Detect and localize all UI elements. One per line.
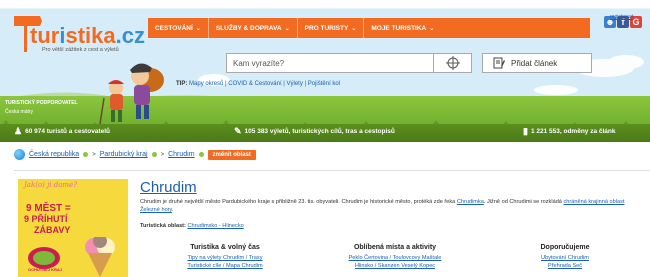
nav-item-sluzby[interactable]: SLUŽBY & DOPRAVA ⌄ [209, 18, 298, 38]
breadcrumb: Česká republika > Pardubický kraj > Chru… [14, 149, 256, 160]
logo-part: tur [30, 23, 60, 48]
breadcrumb-chrudim[interactable]: Chrudim [168, 151, 194, 158]
ice-cream-icon [85, 237, 115, 277]
desc-text: . [171, 207, 174, 213]
partner-logo[interactable]: Česká mátry [5, 109, 33, 115]
tips-label: TIP: [176, 81, 188, 87]
hills-link[interactable]: Železné hory [140, 207, 172, 213]
partner-label: TURISTICKÝ PODPOROVATEL [5, 100, 78, 106]
breadcrumb-cr[interactable]: Česká republika [29, 151, 79, 158]
search-input[interactable] [227, 54, 433, 72]
nav-item-pro-turisty[interactable]: PRO TURISTY ⌄ [298, 18, 365, 38]
header-hero: turistika.cz Pro větší zážitek z cest a … [0, 0, 650, 142]
search-box [226, 53, 472, 73]
region-label: Turistická oblast: [140, 223, 186, 229]
city-description: Chrudim je druhé největší město Pardubic… [140, 198, 650, 214]
region-link[interactable]: Chrudimsko - Hlinecko [187, 223, 243, 229]
link-text: Turistické cíle / Mapa Chrudim [187, 263, 263, 269]
desc-text: Chrudim je druhé největší město Pardubic… [140, 199, 457, 205]
register-link[interactable]: registrovat [610, 14, 633, 20]
chevron-down-icon: ⌄ [284, 25, 290, 32]
link-text: Přehrada Seč [547, 263, 583, 269]
add-article-button[interactable]: Přidat článek [482, 53, 592, 73]
chevron-down-icon: ⌄ [429, 25, 435, 32]
dot-icon [198, 152, 204, 157]
column-turistika: Turistika & volný čas Tipy na výlety Chr… [140, 244, 310, 270]
nav-label: SLUŽBY & DOPRAVA [215, 24, 282, 32]
chevron-right-icon: > [92, 151, 96, 158]
nav-item-moje-turistika[interactable]: MOJE TURISTIKA ⌄ [364, 18, 441, 38]
column-title: Doporučujeme [540, 244, 590, 251]
column-link[interactable]: Tipy na výlety Chrudim / Trasy [140, 254, 310, 262]
dot-icon [151, 152, 157, 157]
hikers-illustration [99, 63, 164, 125]
column-link[interactable]: Peklo Čertovina / Toulovcovy Maštale [310, 254, 480, 262]
promo-line: 9 MĚST = [26, 203, 71, 214]
promo-line: 9 PŘÍHUTÍ [24, 214, 68, 224]
change-area-button[interactable]: změnit oblast [207, 149, 256, 160]
chevron-down-icon: ⌄ [351, 25, 357, 32]
logo-text: turistika.cz [30, 23, 145, 49]
site-logo[interactable]: turistika.cz Pro větší zážitek z cest a … [12, 12, 145, 54]
link-text: Ubytování Chrudim [541, 255, 589, 261]
column-link[interactable]: Turistické cíle / Mapa Chrudim [140, 262, 310, 270]
nav-label: CESTOVÁNÍ [155, 24, 193, 32]
nav-label: PRO TURISTY [304, 24, 349, 32]
column-oblibena: Oblíbená místa a aktivity Peklo Čertovin… [310, 244, 480, 270]
logo-part: stika [65, 23, 116, 48]
promo-banner[interactable]: Jak(o) ji dame? 9 MĚST = 9 PŘÍHUTÍ ZÁBAV… [18, 179, 128, 277]
tourist-region: Turistická oblast: Chrudimsko - Hlinecko [140, 223, 244, 229]
pen-icon: ✎ [234, 126, 242, 136]
stat-trips-text: 105 383 výletů, turistických cílů, tras … [244, 128, 395, 135]
divider [14, 170, 650, 171]
city-title[interactable]: Chrudim [140, 179, 197, 196]
globe-icon [14, 149, 25, 160]
nav-item-cestovani[interactable]: CESTOVÁNÍ ⌄ [148, 18, 209, 38]
crosshair-icon [445, 56, 460, 70]
add-article-label: Přidat článek [511, 58, 558, 68]
column-link[interactable]: Ubytování Chrudim [480, 254, 650, 262]
column-title: Oblíbená místa a aktivity [353, 244, 437, 251]
stat-ranking[interactable]: ▮ 1 221 553, odměny za článk [523, 126, 616, 137]
main-nav: CESTOVÁNÍ ⌄ SLUŽBY & DOPRAVA ⌄ PRO TURISTY… [148, 18, 590, 38]
column-title: Turistika & volný čas [190, 244, 260, 251]
link-text: Hlinsko / Skanzen Veselý Kopec [354, 263, 436, 269]
column-doporucujeme: Doporučujeme Ubytování Chrudim Přehrada … [480, 244, 650, 270]
stats-row: ♟ 60 974 turistů a cestovatelů ✎ 105 383… [0, 126, 650, 140]
chevron-right-icon: > [160, 151, 165, 158]
link-text: Tipy na výlety Chrudim / Trasy [187, 255, 263, 261]
stat-ranking-text: 1 221 553, odměny za článk [530, 128, 616, 135]
tips-links[interactable]: Mapy okresů | COVID & Cestování | Výlety… [189, 81, 340, 87]
stat-tourists[interactable]: ♟ 60 974 turistů a cestovatelů [14, 126, 110, 137]
link-text: Peklo Čertovina / Toulovcovy Maštale [348, 255, 442, 261]
desc-text: . Jižně od Chrudimi se rozkládá [483, 199, 564, 205]
chevron-down-icon: ⌄ [195, 25, 201, 32]
edit-document-icon [493, 57, 505, 69]
promo-line: ZÁBAVY [34, 225, 71, 235]
dot-icon [83, 152, 89, 157]
people-icon: ♟ [14, 126, 23, 136]
chko-link[interactable]: chráněná krajinná oblast [563, 199, 624, 205]
nav-label: MOJE TURISTIKA [371, 24, 427, 32]
stat-tourists-text: 60 974 turistů a cestovatelů [25, 128, 110, 135]
trophy-icon: ▮ [523, 126, 528, 136]
logo-tagline: Pro větší zážitek z cest a výletů [42, 47, 119, 53]
search-button[interactable] [433, 54, 471, 72]
breadcrumb-kraj[interactable]: Pardubický kraj [100, 151, 148, 158]
column-link[interactable]: Hlinsko / Skanzen Veselý Kopec [310, 262, 480, 270]
tips-bar: TIP: Mapy okresů | COVID & Cestování | V… [176, 81, 340, 87]
promo-cursive: Jak(o) ji dame? [24, 181, 77, 189]
logo-suffix: .cz [115, 23, 145, 48]
stat-trips[interactable]: ✎ 105 383 výletů, turistických cílů, tra… [234, 126, 395, 137]
promo-badge-text: OCHUTNEJ KRAJ [28, 267, 63, 272]
link-columns: Turistika & volný čas Tipy na výlety Chr… [140, 244, 650, 277]
column-link[interactable]: Přehrada Seč [480, 262, 650, 270]
river-link[interactable]: Chrudimka [457, 199, 484, 205]
